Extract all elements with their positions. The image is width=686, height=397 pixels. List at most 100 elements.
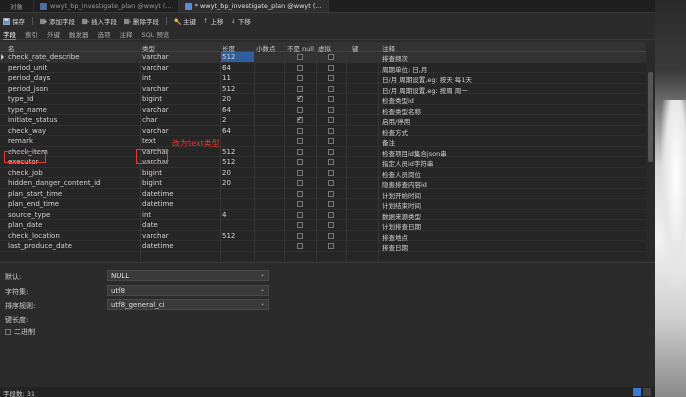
- field-comment[interactable]: 日/月 周期设置,eg: 按天 每1天: [382, 74, 472, 84]
- field-length[interactable]: 64: [222, 127, 231, 135]
- field-length[interactable]: 4: [222, 211, 226, 219]
- form-view-button[interactable]: [643, 388, 651, 396]
- virtual-checkbox[interactable]: [328, 54, 334, 60]
- field-type[interactable]: varchar: [142, 85, 169, 93]
- field-name[interactable]: check_job: [8, 169, 43, 177]
- virtual-checkbox[interactable]: [328, 211, 334, 218]
- field-type[interactable]: char: [142, 116, 157, 124]
- table-row[interactable]: check_item varchar 512 检查项目id集合json串: [0, 147, 646, 158]
- field-comment[interactable]: 计划开始时间: [382, 190, 421, 200]
- field-length[interactable]: 20: [222, 179, 231, 187]
- field-comment[interactable]: 计划结束时间: [382, 200, 421, 210]
- field-type[interactable]: text: [142, 137, 156, 145]
- not-null-checkbox[interactable]: [297, 64, 303, 71]
- field-name[interactable]: period_days: [8, 74, 50, 82]
- field-name[interactable]: initiate_status: [8, 116, 57, 124]
- field-type[interactable]: bigint: [142, 95, 162, 103]
- primary-key-button[interactable]: 主键: [174, 16, 196, 26]
- grid-view-button[interactable]: [633, 388, 641, 396]
- not-null-checkbox[interactable]: [297, 85, 303, 92]
- field-name[interactable]: source_type: [8, 211, 50, 219]
- field-name[interactable]: plan_end_time: [8, 200, 59, 208]
- not-null-checkbox[interactable]: [297, 211, 303, 218]
- table-row[interactable]: hidden_danger_content_id bigint 20 隐患排查内容id: [0, 178, 646, 189]
- grid-scrollbar[interactable]: [646, 42, 655, 260]
- field-length[interactable]: 2: [222, 116, 226, 124]
- table-row[interactable]: initiate_status char 2 启用/停用: [0, 115, 646, 126]
- tab-sql-preview[interactable]: SQL 预览: [142, 29, 170, 39]
- table-row[interactable]: check_rate_describe varchar 512 排查频次: [0, 52, 646, 63]
- field-comment[interactable]: 检查方式: [382, 127, 408, 137]
- not-null-checkbox[interactable]: [297, 127, 303, 134]
- virtual-checkbox[interactable]: [328, 75, 334, 81]
- delete-field-button[interactable]: 删除字段: [124, 16, 159, 26]
- not-null-checkbox[interactable]: [297, 169, 303, 176]
- not-null-checkbox[interactable]: [297, 159, 303, 165]
- tab-foreign-keys[interactable]: 外键: [47, 29, 60, 39]
- field-comment[interactable]: 数据来源类型: [382, 211, 421, 221]
- virtual-checkbox[interactable]: [328, 64, 334, 71]
- field-type[interactable]: datetime: [142, 242, 174, 250]
- save-button[interactable]: 保存: [3, 16, 25, 26]
- not-null-checkbox[interactable]: [297, 54, 303, 60]
- not-null-checkbox[interactable]: [297, 190, 303, 197]
- tab-indexes[interactable]: 索引: [25, 29, 38, 39]
- field-type[interactable]: varchar: [142, 106, 169, 114]
- field-comment[interactable]: 日/月 周期设置,eg: 按周 周一: [382, 85, 468, 95]
- insert-field-button[interactable]: 插入字段: [82, 16, 117, 26]
- field-comment[interactable]: 检查项目id集合json串: [382, 148, 447, 158]
- field-type[interactable]: varchar: [142, 127, 169, 135]
- field-length[interactable]: 512: [222, 232, 235, 240]
- virtual-checkbox[interactable]: [328, 138, 334, 144]
- table-row[interactable]: plan_end_time datetime 计划结束时间: [0, 199, 646, 210]
- table-row[interactable]: last_produce_date datetime 排查日期: [0, 241, 646, 252]
- virtual-checkbox[interactable]: [328, 85, 334, 92]
- field-type[interactable]: bigint: [142, 169, 162, 177]
- virtual-checkbox[interactable]: [328, 96, 334, 102]
- table-row[interactable]: period_unit varchar 64 周期单位: 日,月: [0, 63, 646, 74]
- table-row[interactable]: plan_date date 计划排查日期: [0, 220, 646, 231]
- tab-table-design-1[interactable]: wwyt_bp_investigate_plan @wwyt (...: [34, 0, 179, 12]
- tab-fields[interactable]: 字段: [3, 29, 16, 40]
- table-row[interactable]: remark text 备注: [0, 136, 646, 147]
- field-type[interactable]: varchar: [142, 53, 169, 61]
- table-row[interactable]: check_location varchar 512 排查地点: [0, 231, 646, 242]
- field-comment[interactable]: 启用/停用: [382, 116, 410, 126]
- table-row[interactable]: check_job bigint 20 检查人员岗位: [0, 168, 646, 179]
- table-row[interactable]: plan_start_time datetime 计划开始时间: [0, 189, 646, 200]
- field-length[interactable]: 512: [222, 158, 235, 166]
- virtual-checkbox[interactable]: [328, 180, 334, 186]
- not-null-checkbox[interactable]: [297, 138, 303, 144]
- not-null-checkbox[interactable]: [297, 115, 303, 123]
- not-null-checkbox[interactable]: [297, 232, 303, 239]
- field-comment[interactable]: 周期单位: 日,月: [382, 64, 427, 74]
- virtual-checkbox[interactable]: [328, 190, 334, 197]
- collation-select[interactable]: utf8_general_ci ⌄: [107, 299, 269, 310]
- virtual-checkbox[interactable]: [328, 169, 334, 176]
- charset-select[interactable]: utf8 ⌄: [107, 285, 269, 296]
- field-comment[interactable]: 排查日期: [382, 242, 408, 252]
- table-row[interactable]: period_days int 11 日/月 周期设置,eg: 按天 每1天: [0, 73, 646, 84]
- field-comment[interactable]: 检查人员岗位: [382, 169, 421, 179]
- tab-table-design-2[interactable]: * wwyt_bp_investigate_plan @wwyt (...: [178, 0, 329, 12]
- virtual-checkbox[interactable]: [328, 106, 334, 113]
- field-length[interactable]: 512: [222, 53, 235, 61]
- not-null-checkbox[interactable]: [297, 222, 303, 228]
- field-comment[interactable]: 检查类型id: [382, 95, 414, 105]
- field-name[interactable]: period_json: [8, 85, 48, 93]
- field-type[interactable]: date: [142, 221, 158, 229]
- virtual-checkbox[interactable]: [328, 201, 334, 207]
- virtual-checkbox[interactable]: [328, 159, 334, 165]
- field-comment[interactable]: 备注: [382, 137, 395, 147]
- field-length[interactable]: 512: [222, 148, 235, 156]
- table-row[interactable]: period_json varchar 512 日/月 周期设置,eg: 按周 周一: [0, 84, 646, 95]
- table-row[interactable]: type_name varchar 64 检查类型名称: [0, 105, 646, 116]
- move-down-button[interactable]: ↓ 下移: [230, 16, 250, 26]
- tab-triggers[interactable]: 触发器: [69, 29, 89, 39]
- add-field-button[interactable]: 添加字段: [40, 16, 75, 26]
- virtual-checkbox[interactable]: [328, 148, 334, 155]
- virtual-checkbox[interactable]: [328, 243, 334, 249]
- not-null-checkbox[interactable]: [297, 94, 303, 102]
- field-name[interactable]: period_unit: [8, 64, 47, 72]
- field-name[interactable]: remark: [8, 137, 33, 145]
